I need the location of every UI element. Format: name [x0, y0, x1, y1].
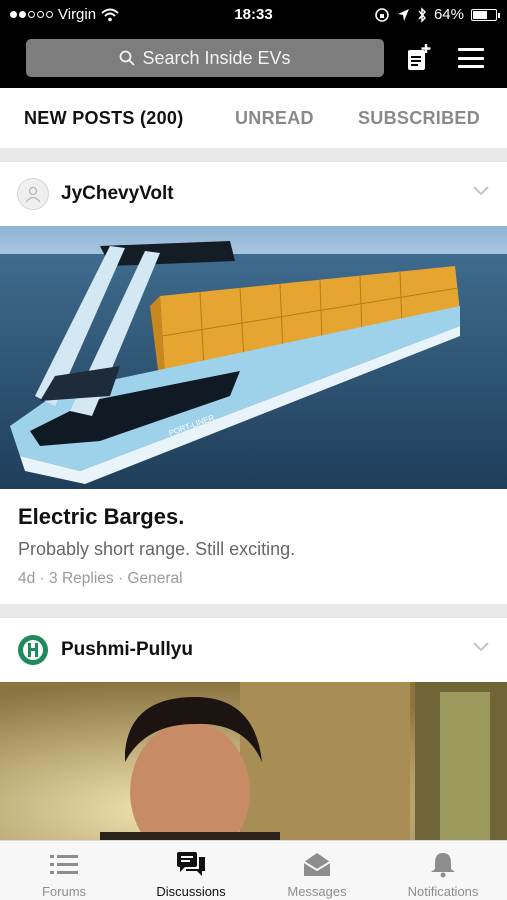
post-image-person[interactable]: [0, 682, 507, 840]
search-icon: [120, 50, 136, 66]
nav-notifications[interactable]: Notifications: [398, 841, 488, 900]
post-card[interactable]: JyChevyVolt PORT-LINER Electric Barges. …: [0, 162, 507, 604]
status-bar: Virgin 18:33 64%: [0, 0, 507, 30]
nav-label: Discussions: [156, 884, 226, 899]
hamburger-menu-icon[interactable]: [458, 48, 484, 68]
post-image-barge[interactable]: PORT-LINER: [0, 226, 507, 489]
nav-label: Forums: [41, 884, 87, 899]
post-meta: 4d · 3 Replies · General: [18, 570, 183, 587]
search-placeholder: Search Inside EVs: [142, 47, 291, 68]
list-icon: [50, 855, 78, 874]
search-input[interactable]: Search Inside EVs: [26, 39, 384, 77]
nav-label: Messages: [287, 884, 347, 899]
battery-percent: 64%: [433, 6, 464, 23]
author-name[interactable]: Pushmi-Pullyu: [61, 639, 193, 661]
post-author[interactable]: JyChevyVolt: [17, 178, 174, 210]
user-silhouette-icon: [25, 186, 41, 203]
tab-unread[interactable]: UNREAD: [235, 108, 314, 129]
chevron-down-icon[interactable]: [473, 186, 489, 196]
envelope-icon: [303, 853, 331, 876]
post-excerpt: Probably short range. Still exciting.: [18, 539, 296, 559]
bottom-nav: Forums Discussions Messages Notification…: [0, 840, 507, 900]
nav-forums[interactable]: Forums: [35, 841, 93, 900]
forum-badge-icon: [18, 635, 48, 665]
post-author[interactable]: Pushmi-Pullyu: [17, 634, 193, 666]
rotation-lock-icon: [375, 7, 389, 22]
bluetooth-icon: [418, 6, 426, 23]
new-post-icon[interactable]: [406, 44, 432, 72]
status-right: 64%: [374, 6, 500, 23]
avatar[interactable]: [17, 634, 49, 666]
battery-icon: [471, 8, 500, 21]
tab-bar: NEW POSTS (200) UNREAD SUBSCRIBED: [0, 88, 507, 148]
nav-messages[interactable]: Messages: [282, 841, 352, 900]
post-card[interactable]: Pushmi-Pullyu: [0, 618, 507, 840]
location-icon: [397, 8, 409, 21]
post-title[interactable]: Electric Barges.: [18, 504, 184, 530]
app-header: Search Inside EVs: [0, 30, 507, 88]
tab-subscribed[interactable]: SUBSCRIBED: [358, 108, 480, 129]
avatar[interactable]: [17, 178, 49, 210]
author-name[interactable]: JyChevyVolt: [61, 183, 174, 205]
tab-new-posts[interactable]: NEW POSTS (200): [24, 108, 184, 129]
chat-bubbles-icon: [177, 852, 205, 876]
bell-icon: [431, 853, 455, 878]
nav-label: Notifications: [407, 884, 479, 899]
chevron-down-icon[interactable]: [473, 642, 489, 652]
nav-discussions[interactable]: Discussions: [148, 841, 234, 900]
